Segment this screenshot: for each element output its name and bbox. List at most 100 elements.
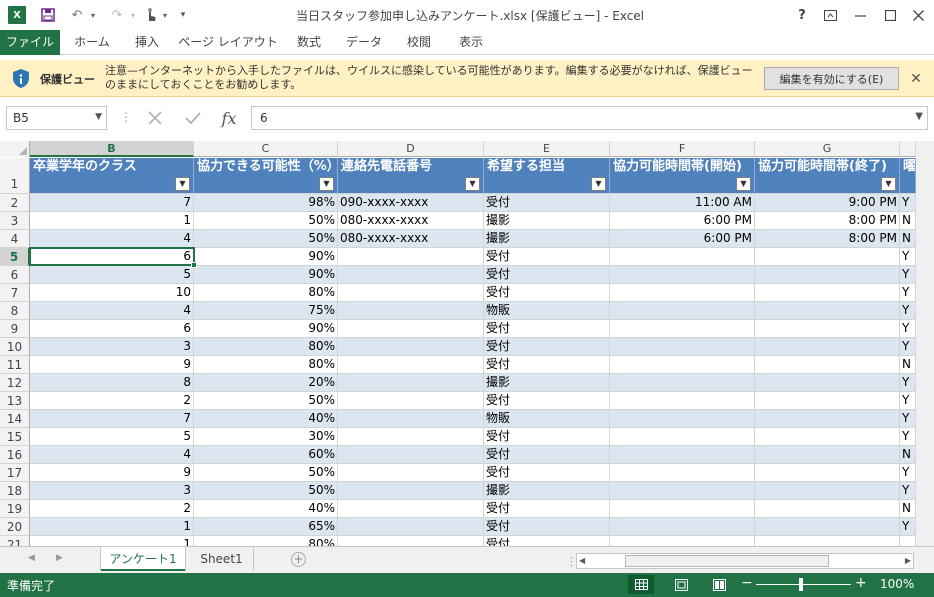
- cell-phone[interactable]: 080-xxxx-xxxx: [338, 230, 484, 248]
- cell-role[interactable]: 受付: [484, 428, 610, 446]
- touch-mode-icon[interactable]: [142, 6, 160, 24]
- row-header[interactable]: 21: [0, 536, 30, 546]
- zoom-slider-thumb[interactable]: [799, 578, 803, 591]
- cell-h[interactable]: Y: [900, 194, 916, 212]
- cell-class[interactable]: 5: [30, 428, 194, 446]
- cell-phone[interactable]: [338, 500, 484, 518]
- cell-phone[interactable]: 080-xxxx-xxxx: [338, 212, 484, 230]
- redo-dropdown-icon[interactable]: ▾: [128, 6, 138, 24]
- cell-start-time[interactable]: [610, 410, 755, 428]
- cell-role[interactable]: 受付: [484, 194, 610, 212]
- cell-probability[interactable]: 98%: [194, 194, 338, 212]
- redo-icon[interactable]: ↷: [106, 6, 128, 24]
- scroll-left-icon[interactable]: ◀: [579, 556, 585, 565]
- filter-dropdown-icon[interactable]: ▼: [881, 177, 896, 191]
- cell-h[interactable]: N: [900, 212, 916, 230]
- cell-start-time[interactable]: 11:00 AM: [610, 194, 755, 212]
- header-cell-probability[interactable]: 協力できる可能性（%） ▼: [194, 158, 338, 194]
- expand-formula-bar-icon[interactable]: ▼: [915, 111, 923, 122]
- tab-review[interactable]: 校閲: [396, 30, 442, 55]
- ribbon-display-options-icon[interactable]: [816, 4, 844, 26]
- cell-start-time[interactable]: [610, 428, 755, 446]
- cell-probability[interactable]: 80%: [194, 356, 338, 374]
- cell-probability[interactable]: 40%: [194, 410, 338, 428]
- horizontal-scroll-thumb[interactable]: [625, 555, 829, 567]
- cell-probability[interactable]: 50%: [194, 392, 338, 410]
- row-header[interactable]: 7: [0, 284, 30, 302]
- row-header[interactable]: 16: [0, 446, 30, 464]
- cell-end-time[interactable]: [755, 536, 900, 546]
- filter-dropdown-icon[interactable]: ▼: [736, 177, 751, 191]
- cell-end-time[interactable]: [755, 428, 900, 446]
- cell-role[interactable]: 受付: [484, 320, 610, 338]
- column-header-h[interactable]: [900, 141, 916, 157]
- name-box[interactable]: B5 ▼: [6, 106, 107, 130]
- column-header-d[interactable]: D: [338, 141, 484, 157]
- sheet-tab-active[interactable]: アンケート1: [101, 547, 185, 571]
- cell-start-time[interactable]: [610, 392, 755, 410]
- cell-h[interactable]: Y: [900, 392, 916, 410]
- cell-phone[interactable]: [338, 446, 484, 464]
- insert-function-icon[interactable]: fx: [216, 106, 242, 130]
- cell-class[interactable]: 1: [30, 212, 194, 230]
- cell-probability[interactable]: 50%: [194, 212, 338, 230]
- zoom-slider[interactable]: [756, 584, 851, 585]
- cell-h[interactable]: Y: [900, 284, 916, 302]
- cell-role[interactable]: 受付: [484, 266, 610, 284]
- scroll-sheets-right-icon[interactable]: ▶: [56, 553, 63, 563]
- minimize-icon[interactable]: [846, 4, 874, 26]
- cell-start-time[interactable]: [610, 536, 755, 546]
- cell-probability[interactable]: 75%: [194, 302, 338, 320]
- cell-start-time[interactable]: [610, 320, 755, 338]
- cell-phone[interactable]: [338, 482, 484, 500]
- cell-h[interactable]: Y: [900, 410, 916, 428]
- cell-end-time[interactable]: [755, 500, 900, 518]
- formula-input[interactable]: 6 ▼: [251, 106, 928, 130]
- row-header[interactable]: 4: [0, 230, 30, 248]
- cell-h[interactable]: Y: [900, 266, 916, 284]
- cell-class[interactable]: 3: [30, 338, 194, 356]
- cell-probability[interactable]: 90%: [194, 320, 338, 338]
- cell-h[interactable]: Y: [900, 320, 916, 338]
- column-header-g[interactable]: G: [755, 141, 900, 157]
- cell-probability[interactable]: 20%: [194, 374, 338, 392]
- cell-probability[interactable]: 50%: [194, 464, 338, 482]
- cell-start-time[interactable]: 6:00 PM: [610, 212, 755, 230]
- header-cell-end-time[interactable]: 協力可能時間帯(終了) ▼: [755, 158, 900, 194]
- vertical-scrollbar[interactable]: [916, 141, 934, 546]
- cell-end-time[interactable]: [755, 338, 900, 356]
- cell-end-time[interactable]: 8:00 PM: [755, 230, 900, 248]
- select-all-button[interactable]: [0, 141, 30, 157]
- cell-probability[interactable]: 90%: [194, 248, 338, 266]
- cell-phone[interactable]: [338, 356, 484, 374]
- cell-end-time[interactable]: [755, 284, 900, 302]
- cell-role[interactable]: 受付: [484, 446, 610, 464]
- cell-phone[interactable]: [338, 392, 484, 410]
- add-sheet-icon[interactable]: +: [291, 552, 306, 567]
- filter-dropdown-icon[interactable]: ▼: [319, 177, 334, 191]
- cell-end-time[interactable]: [755, 464, 900, 482]
- cell-end-time[interactable]: [755, 392, 900, 410]
- cell-end-time[interactable]: [755, 302, 900, 320]
- cell-class[interactable]: 2: [30, 392, 194, 410]
- cell-class[interactable]: 4: [30, 446, 194, 464]
- row-header[interactable]: 8: [0, 302, 30, 320]
- cell-class[interactable]: 1: [30, 518, 194, 536]
- cell-role[interactable]: 物販: [484, 410, 610, 428]
- cell-role[interactable]: 受付: [484, 392, 610, 410]
- scroll-sheets-left-icon[interactable]: ◀: [28, 553, 35, 563]
- cell-role[interactable]: 撮影: [484, 212, 610, 230]
- cell-role[interactable]: 受付: [484, 536, 610, 546]
- cell-phone[interactable]: [338, 284, 484, 302]
- cell-class[interactable]: 6: [30, 248, 194, 266]
- cell-probability[interactable]: 50%: [194, 230, 338, 248]
- cell-start-time[interactable]: [610, 464, 755, 482]
- cell-start-time[interactable]: 6:00 PM: [610, 230, 755, 248]
- cell-h[interactable]: Y: [900, 248, 916, 266]
- cell-role[interactable]: 受付: [484, 518, 610, 536]
- page-layout-view-icon[interactable]: [668, 575, 694, 594]
- row-header-1[interactable]: 1: [0, 158, 30, 194]
- cell-h[interactable]: Y: [900, 464, 916, 482]
- enter-check-icon[interactable]: [180, 106, 206, 130]
- row-header[interactable]: 13: [0, 392, 30, 410]
